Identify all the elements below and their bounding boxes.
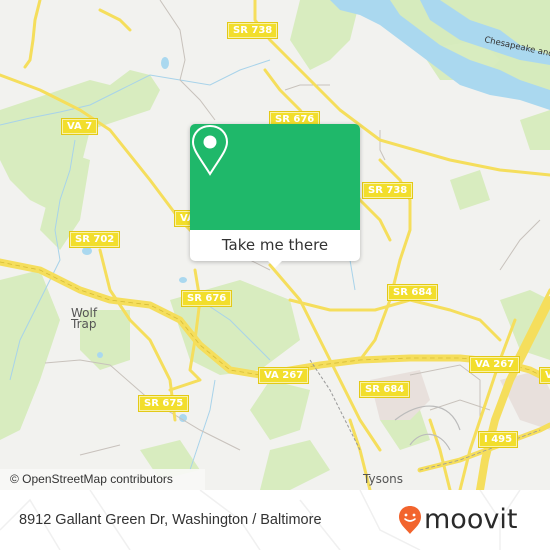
- map-attribution[interactable]: © OpenStreetMap contributors: [0, 469, 205, 490]
- take-me-there-button[interactable]: Take me there: [190, 230, 360, 261]
- road-shield-va-267: VA 267: [470, 357, 520, 372]
- map-canvas[interactable]: Chesapeake and Ohio C SR 738 SR 676 VA 7…: [0, 0, 550, 490]
- moovit-wordmark: moovit: [424, 504, 518, 535]
- road-shield-i-495: I 495: [479, 432, 518, 447]
- road-shield-sr-675: SR 675: [139, 396, 189, 411]
- place-label-tysons: Tysons: [363, 472, 404, 486]
- road-shield-sr-702: SR 702: [70, 232, 120, 247]
- footer-bar: 8912 Gallant Green Dr, Washington / Balt…: [0, 490, 550, 550]
- road-shield-sr-684: SR 684: [360, 382, 410, 397]
- address-text: 8912 Gallant Green Dr, Washington / Balt…: [19, 512, 322, 528]
- road-shield-va-7: VA 7: [62, 119, 98, 134]
- road-shield-va-267: VA 267: [259, 368, 309, 383]
- map-app: Chesapeake and Ohio C SR 738 SR 676 VA 7…: [0, 0, 550, 550]
- road-shield-sr-738: SR 738: [228, 23, 278, 38]
- road-shield-sr-738: SR 738: [363, 183, 413, 198]
- map-pin-icon: [191, 124, 229, 176]
- location-popup: Take me there: [190, 124, 360, 268]
- road-shield-sr-684: SR 684: [388, 285, 438, 300]
- popup-header[interactable]: [190, 124, 360, 230]
- moovit-logo[interactable]: moovit: [398, 502, 517, 538]
- moovit-pin-icon: [399, 506, 421, 534]
- place-label-wolf-trap: Wolf Trap: [71, 306, 98, 331]
- popup-pointer: [266, 259, 284, 268]
- road-shield-sr-676: SR 676: [182, 291, 232, 306]
- road-shield-va-267: VA 267: [540, 368, 550, 383]
